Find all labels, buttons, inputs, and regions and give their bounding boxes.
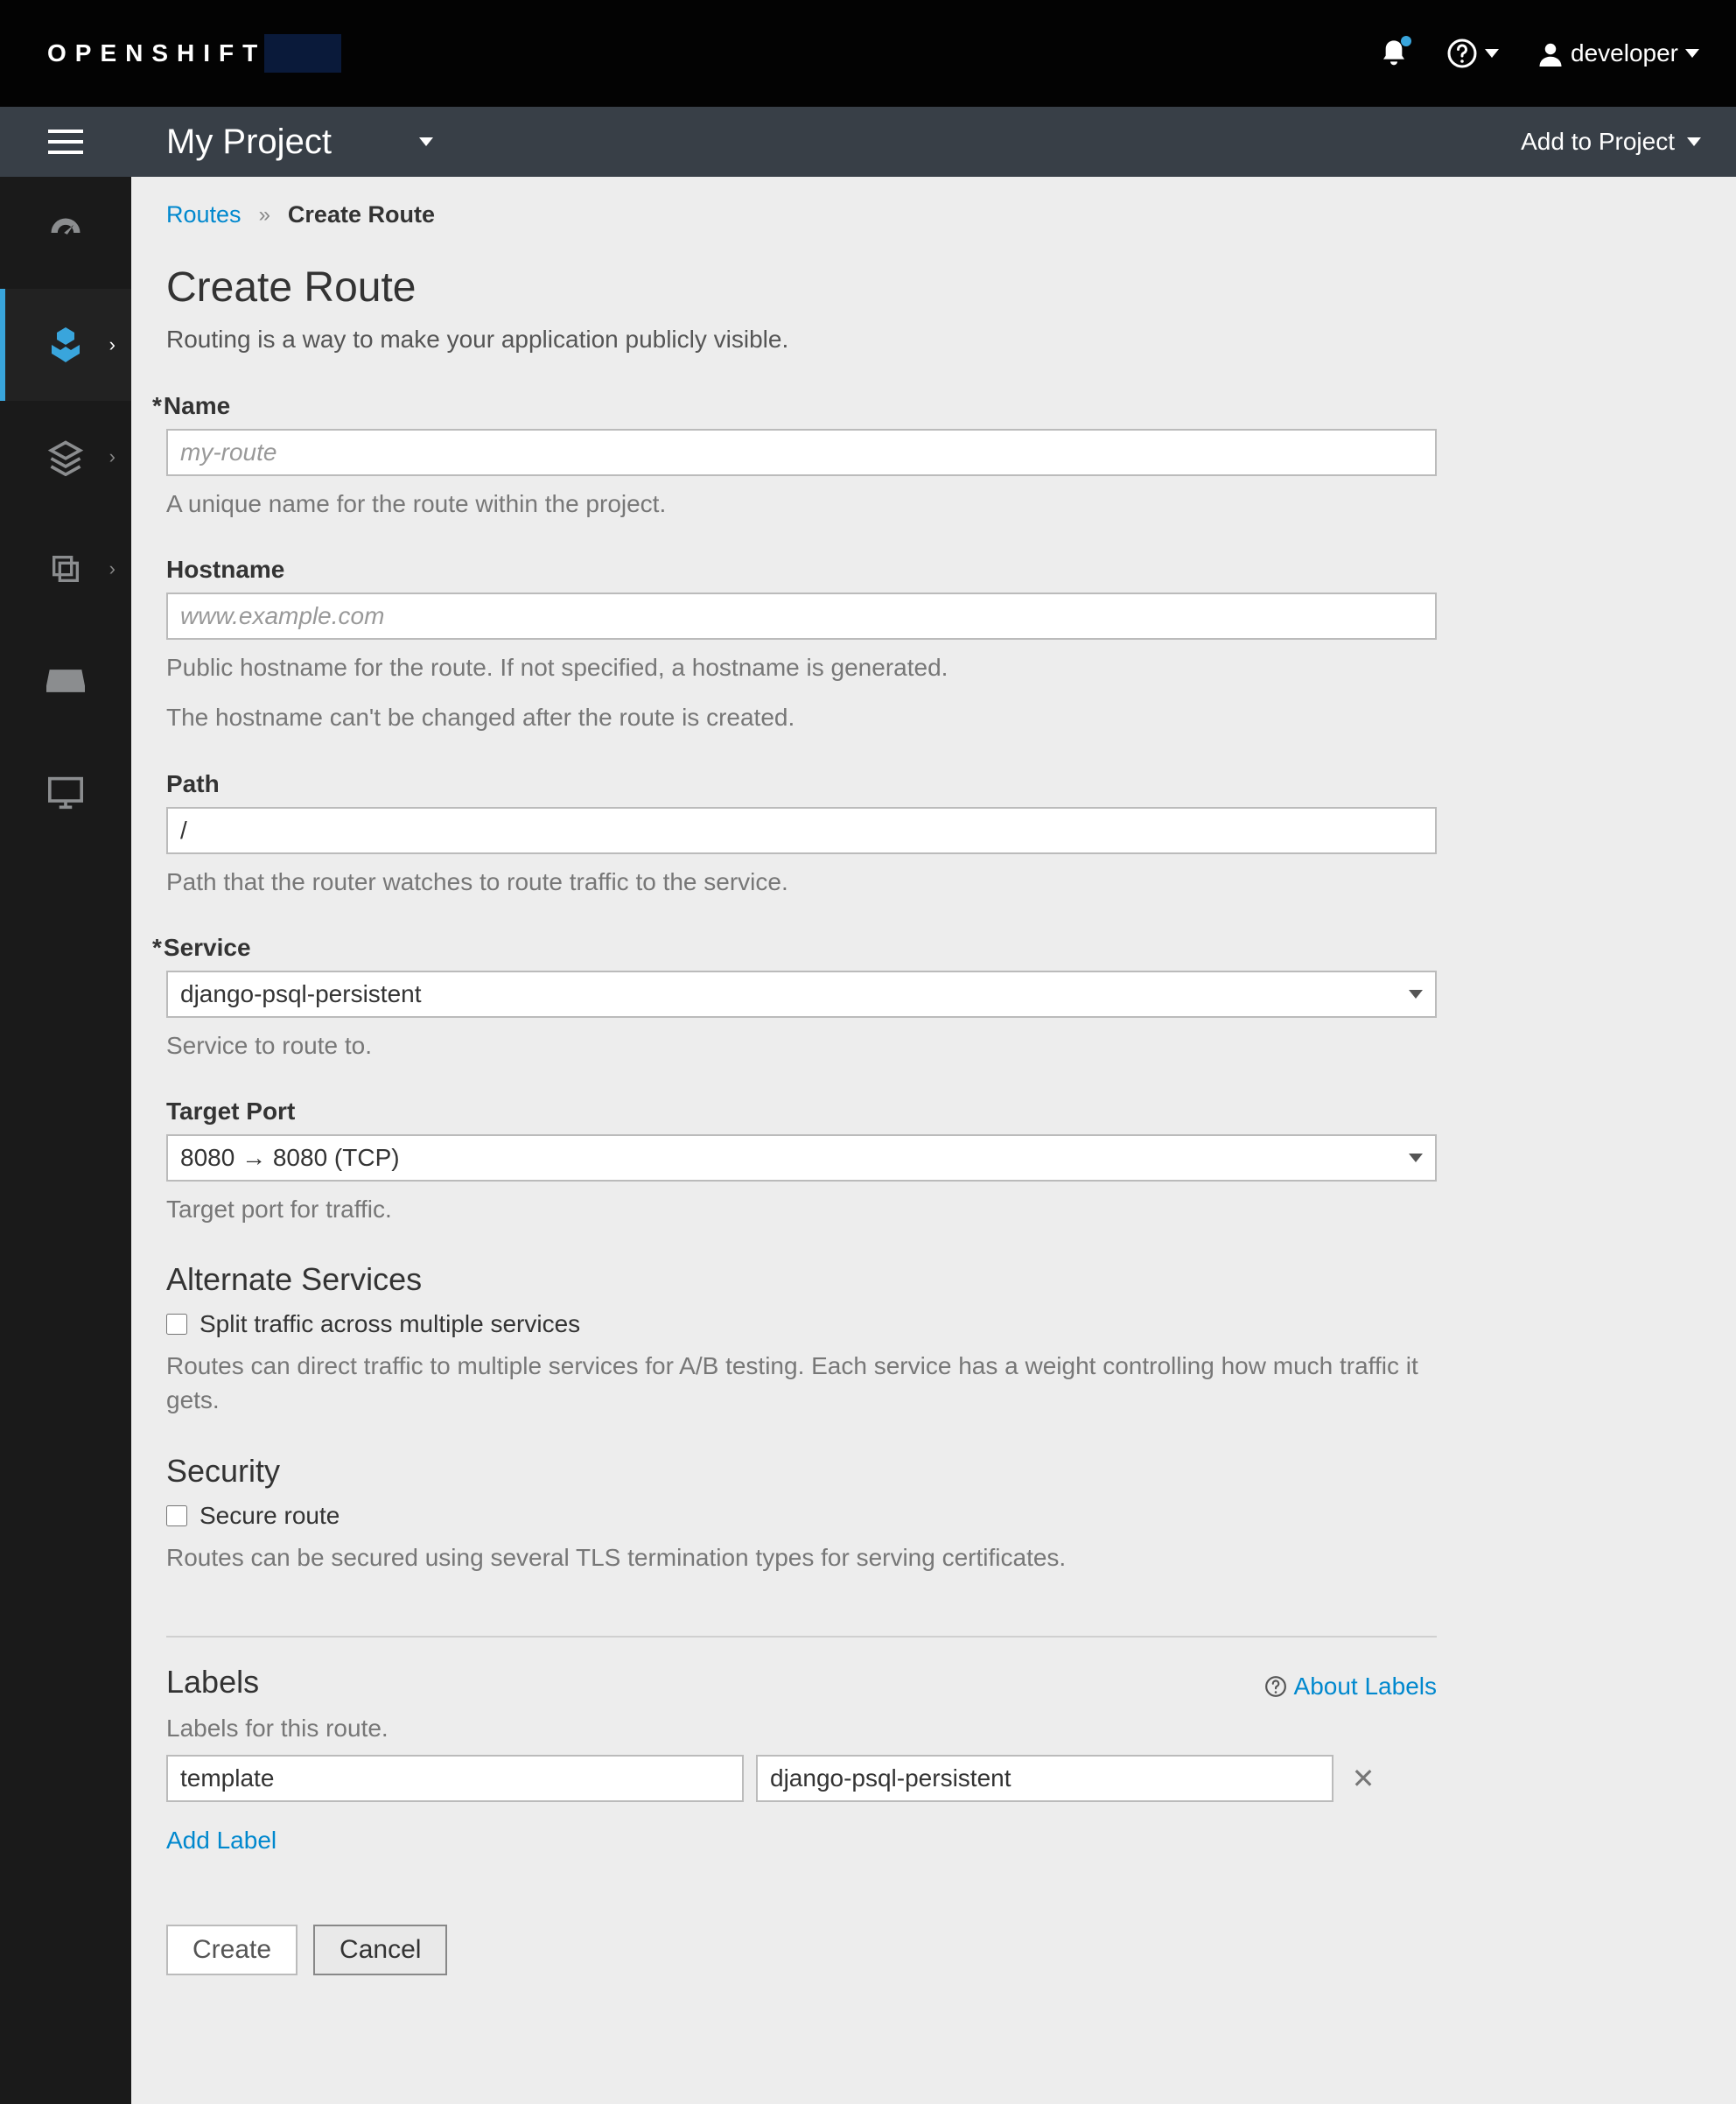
brand-logo: OPENSHIFT: [47, 34, 341, 73]
name-field-group: *Name A unique name for the route within…: [166, 392, 1701, 521]
page-title: Create Route: [166, 263, 1701, 312]
hostname-help-2: The hostname can't be changed after the …: [166, 700, 1437, 734]
separator: [166, 1636, 1437, 1638]
project-selector[interactable]: My Project: [166, 123, 433, 162]
alt-services-help: Routes can direct traffic to multiple se…: [166, 1349, 1437, 1417]
hamburger-button[interactable]: [48, 130, 83, 154]
create-button[interactable]: Create: [166, 1925, 298, 1975]
split-traffic-row: Split traffic across multiple services: [166, 1310, 1701, 1338]
name-help: A unique name for the route within the p…: [166, 487, 1437, 521]
project-bar: My Project Add to Project: [131, 107, 1736, 177]
labels-header: Labels About Labels: [166, 1664, 1437, 1701]
main-content: Routes » Create Route Create Route Routi…: [131, 177, 1736, 2104]
service-label: *Service: [166, 934, 1701, 962]
notification-dot-icon: [1401, 36, 1411, 46]
add-label-link[interactable]: Add Label: [166, 1827, 1701, 1855]
target-port-help: Target port for traffic.: [166, 1192, 1437, 1226]
breadcrumb-current: Create Route: [288, 201, 435, 228]
path-help: Path that the router watches to route tr…: [166, 865, 1437, 899]
about-labels-link[interactable]: About Labels: [1264, 1673, 1437, 1701]
secure-route-label: Secure route: [200, 1502, 340, 1530]
caret-down-icon: [1687, 137, 1701, 146]
labels-title: Labels: [166, 1664, 259, 1701]
monitor-icon: [45, 772, 87, 814]
breadcrumb-routes-link[interactable]: Routes: [166, 201, 242, 228]
masthead: OPENSHIFT developer: [0, 0, 1736, 107]
sidebar-item-overview[interactable]: [0, 177, 131, 289]
split-traffic-checkbox[interactable]: [166, 1314, 187, 1335]
hostname-label: Hostname: [166, 556, 1701, 584]
target-port-field-group: Target Port Target port for traffic.: [166, 1098, 1701, 1226]
caret-down-icon: [1685, 49, 1699, 58]
add-to-project-menu[interactable]: Add to Project: [1521, 128, 1701, 156]
caret-down-icon: [419, 137, 433, 146]
service-help: Service to route to.: [166, 1028, 1437, 1063]
hostname-help-1: Public hostname for the route. If not sp…: [166, 650, 1437, 684]
breadcrumb: Routes » Create Route: [166, 201, 1701, 228]
name-input[interactable]: [166, 429, 1437, 476]
sidebar-item-storage[interactable]: [0, 625, 131, 737]
service-select[interactable]: [166, 971, 1437, 1018]
hostname-field-group: Hostname Public hostname for the route. …: [166, 556, 1701, 734]
project-name-label: My Project: [166, 123, 332, 162]
label-key-input[interactable]: [166, 1755, 744, 1802]
chevron-right-icon: ›: [109, 445, 116, 468]
page-description: Routing is a way to make your applicatio…: [166, 326, 1701, 354]
user-name: developer: [1571, 39, 1678, 67]
add-to-project-label: Add to Project: [1521, 128, 1675, 156]
cancel-button[interactable]: Cancel: [313, 1925, 447, 1975]
labels-subtext: Labels for this route.: [166, 1715, 1701, 1743]
copy-icon: [45, 548, 87, 590]
dashboard-icon: [45, 212, 87, 254]
label-row: ✕: [166, 1755, 1701, 1802]
chevron-right-icon: ›: [109, 333, 116, 356]
secure-route-checkbox[interactable]: [166, 1505, 187, 1526]
name-label: *Name: [166, 392, 1701, 420]
path-input[interactable]: [166, 807, 1437, 854]
target-port-label: Target Port: [166, 1098, 1701, 1126]
about-labels-text: About Labels: [1294, 1673, 1437, 1701]
target-port-select[interactable]: [166, 1134, 1437, 1182]
required-asterisk: *: [152, 934, 162, 961]
sidebar: › › ›: [0, 177, 131, 2104]
storage-icon: [45, 660, 87, 702]
target-port-select-wrap: [166, 1134, 1437, 1182]
service-select-wrap: [166, 971, 1437, 1018]
secure-route-row: Secure route: [166, 1502, 1701, 1530]
caret-down-icon: [1485, 49, 1499, 58]
sidebar-item-resources[interactable]: ›: [0, 513, 131, 625]
user-menu[interactable]: developer: [1537, 39, 1699, 67]
split-traffic-label: Split traffic across multiple services: [200, 1310, 580, 1338]
action-row: Create Cancel: [166, 1925, 1701, 1975]
notifications-button[interactable]: [1380, 38, 1408, 69]
breadcrumb-separator-icon: »: [259, 203, 270, 228]
sidebar-item-monitoring[interactable]: [0, 737, 131, 849]
layers-icon: [45, 436, 87, 478]
cubes-icon: [45, 324, 87, 366]
service-field-group: *Service Service to route to.: [166, 934, 1701, 1063]
masthead-right: developer: [1380, 38, 1699, 69]
brand-text: OPENSHIFT: [47, 39, 266, 67]
sidebar-item-applications[interactable]: ›: [0, 289, 131, 401]
required-asterisk: *: [152, 392, 162, 419]
sidebar-item-builds[interactable]: ›: [0, 401, 131, 513]
help-menu[interactable]: [1446, 38, 1499, 69]
sidebar-toggle-area: [0, 107, 131, 177]
remove-label-button[interactable]: ✕: [1346, 1762, 1381, 1795]
brand-highlight: [264, 34, 341, 73]
path-field-group: Path Path that the router watches to rou…: [166, 770, 1701, 899]
security-title: Security: [166, 1453, 1701, 1490]
alternate-services-title: Alternate Services: [166, 1261, 1701, 1298]
hostname-input[interactable]: [166, 593, 1437, 640]
security-help: Routes can be secured using several TLS …: [166, 1540, 1437, 1574]
path-label: Path: [166, 770, 1701, 798]
label-value-input[interactable]: [756, 1755, 1334, 1802]
help-icon: [1264, 1675, 1287, 1698]
chevron-right-icon: ›: [109, 558, 116, 580]
